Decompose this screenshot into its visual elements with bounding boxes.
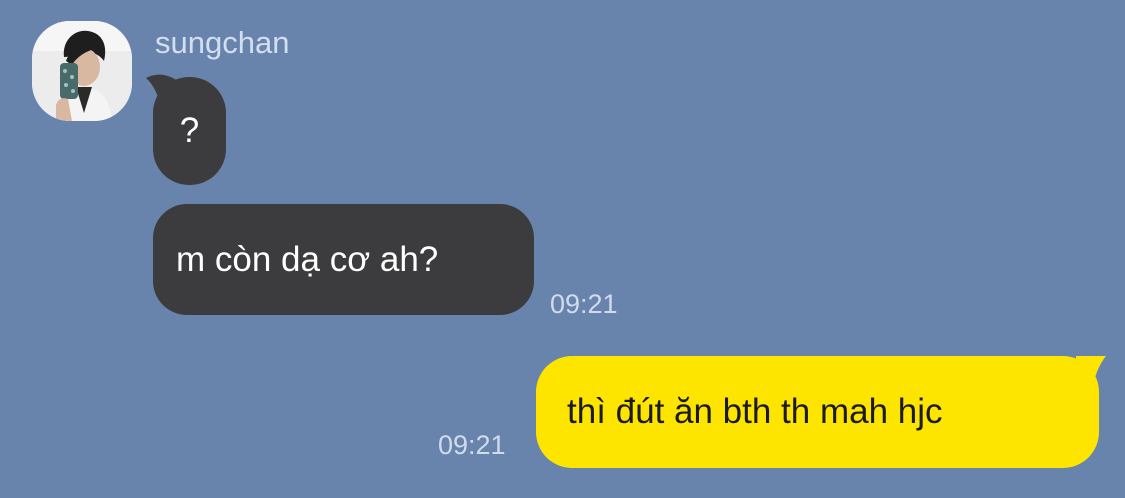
message-bubble-incoming[interactable]: ?: [153, 77, 226, 185]
message-text: ?: [179, 111, 200, 150]
message-text: m còn dạ cơ ah?: [176, 240, 439, 279]
message-text: thì đút ăn bth th mah hjc: [567, 392, 943, 431]
profile-photo-icon: [32, 21, 132, 121]
sender-avatar[interactable]: [32, 21, 132, 121]
message-timestamp: 09:21: [438, 430, 506, 460]
message-timestamp: 09:21: [550, 289, 618, 319]
message-bubble-outgoing[interactable]: thì đút ăn bth th mah hjc: [536, 356, 1099, 468]
sender-name: sungchan: [155, 25, 290, 60]
message-bubble-incoming[interactable]: m còn dạ cơ ah?: [153, 204, 534, 315]
